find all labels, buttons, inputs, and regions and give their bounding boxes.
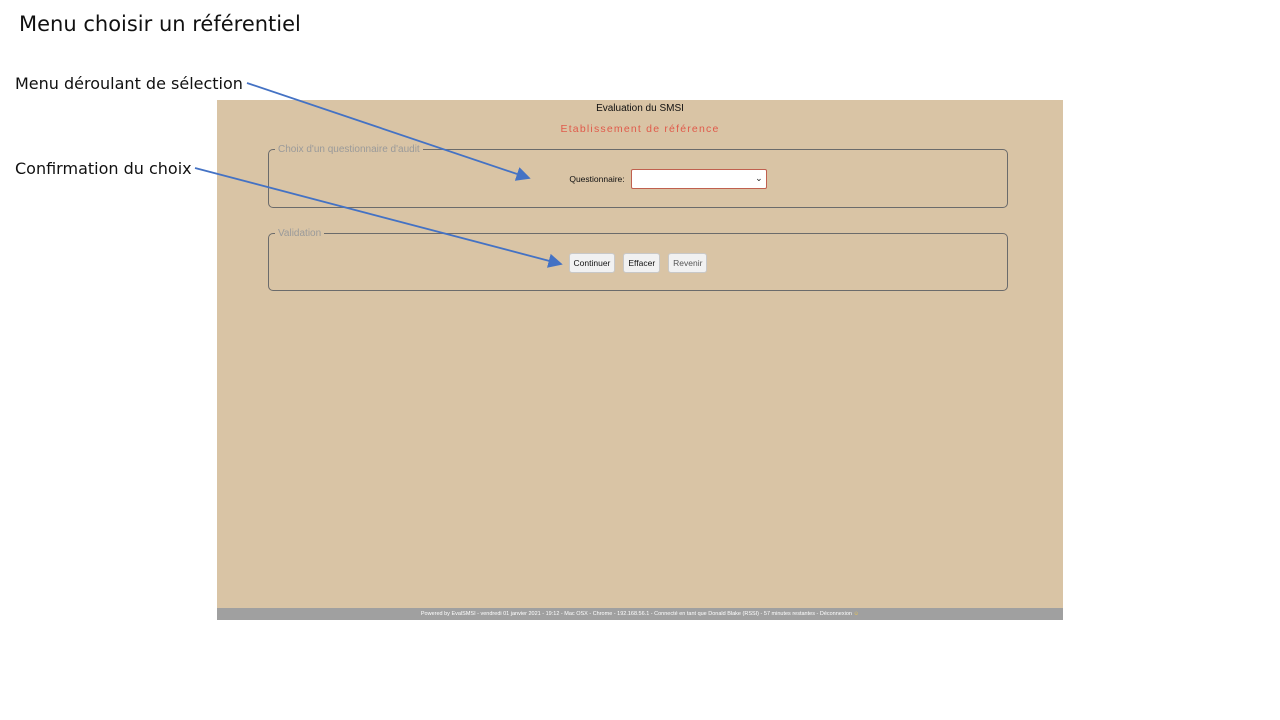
arrow-to-continue bbox=[194, 167, 563, 268]
annotation-arrows bbox=[194, 82, 563, 268]
arrow-to-select bbox=[246, 82, 531, 181]
